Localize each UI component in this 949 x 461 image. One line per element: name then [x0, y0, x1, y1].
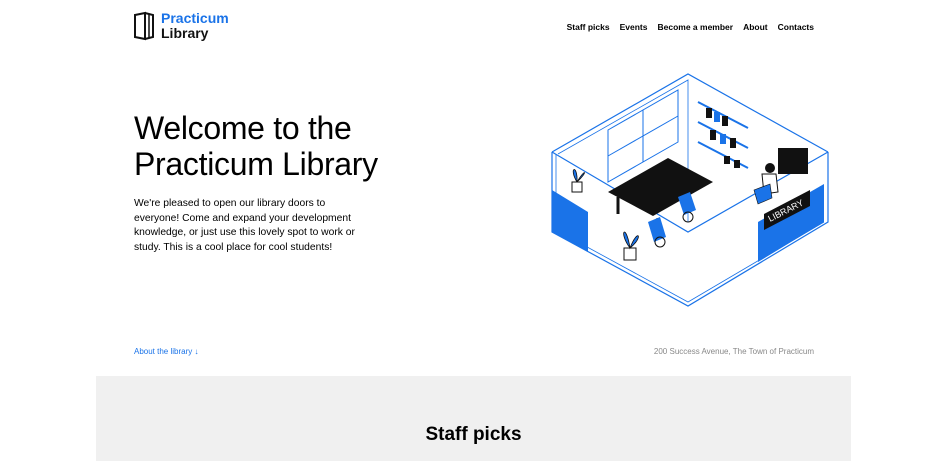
- about-library-link[interactable]: About the library ↓: [134, 347, 198, 356]
- library-room-illustration: LIBRARY: [551, 73, 829, 307]
- main-nav: Staff picks Events Become a member About…: [567, 22, 814, 32]
- plant-left: [571, 169, 585, 193]
- staff-picks-title: Staff picks: [425, 424, 522, 445]
- address-text: 200 Success Avenue, The Town of Practicu…: [653, 347, 814, 356]
- logo-line-1: Practicum: [161, 10, 229, 26]
- nav-contacts[interactable]: Contacts: [778, 22, 814, 32]
- logo-text: Practicum Library: [161, 11, 229, 41]
- nav-events[interactable]: Events: [620, 22, 648, 32]
- logo-line-2: Library: [161, 25, 209, 41]
- nav-staff-picks[interactable]: Staff picks: [567, 22, 610, 32]
- nav-become-member[interactable]: Become a member: [657, 22, 733, 32]
- bookshelf: [697, 101, 749, 169]
- book-logo-icon: [134, 11, 154, 41]
- nav-about[interactable]: About: [743, 22, 768, 32]
- hero-text: We're pleased to open our library doors …: [134, 198, 355, 253]
- logo[interactable]: Practicum Library: [133, 11, 229, 41]
- plant-floor: [623, 231, 639, 261]
- staff-picks-section: Staff picks: [96, 376, 851, 461]
- site-header: Practicum Library Staff picks Events Bec…: [0, 0, 949, 56]
- hero-title: Welcome to the Practicum Library: [134, 110, 378, 182]
